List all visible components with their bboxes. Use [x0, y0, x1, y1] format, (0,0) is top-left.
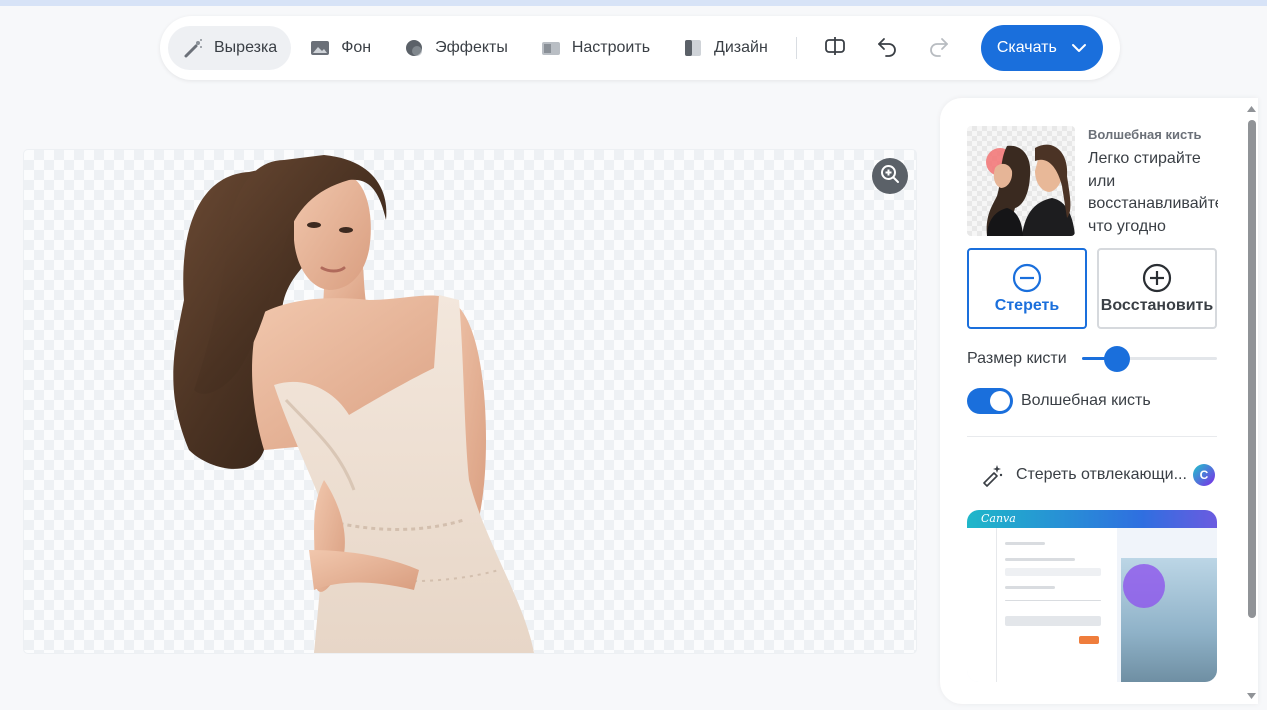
redo-icon [928, 35, 950, 62]
video-line [1005, 616, 1101, 626]
zoom-in-icon [879, 163, 901, 190]
editor-toolbar: Вырезка Фон Эффекты Настроить Дизайн Ска… [160, 16, 1120, 80]
tab-effects-label: Эффекты [435, 39, 508, 56]
tab-background[interactable]: Фон [295, 26, 385, 70]
zoom-button[interactable] [872, 158, 908, 194]
erase-label: Стереть [994, 296, 1060, 314]
cutout-panel: Волшебная кисть Легко стирайте или восст… [940, 98, 1258, 704]
restore-button[interactable]: Восстановить [1097, 248, 1217, 329]
video-line [1005, 542, 1045, 545]
compare-icon [824, 35, 846, 62]
panel-divider [967, 436, 1217, 437]
adjust-icon [540, 37, 562, 59]
tab-design-label: Дизайн [714, 39, 768, 56]
canva-logo: Canva [981, 512, 1016, 525]
erase-distractions-button[interactable]: Стереть отвлекающи... C [980, 462, 1217, 488]
plus-circle-icon [1142, 263, 1172, 293]
video-main-panel [997, 528, 1117, 682]
magic-brush-promo: Волшебная кисть Легко стирайте или восст… [967, 126, 1218, 236]
video-line [1005, 558, 1075, 561]
video-sidebar [967, 528, 997, 682]
tab-background-label: Фон [341, 39, 372, 56]
scroll-down-arrow-icon[interactable] [1246, 688, 1257, 699]
undo-button[interactable] [867, 28, 907, 68]
tab-cutout[interactable]: Вырезка [168, 26, 292, 70]
tab-design[interactable]: Дизайн [668, 26, 782, 70]
video-line [1005, 568, 1101, 576]
magic-brush-toggle-label: Волшебная кисть [1021, 392, 1151, 409]
redo-button[interactable] [919, 28, 959, 68]
video-line [1005, 600, 1101, 601]
cutout-photo [173, 155, 534, 653]
download-button[interactable]: Скачать [980, 25, 1103, 71]
design-icon [682, 37, 704, 59]
promo-thumbnail [967, 126, 1075, 236]
brush-size-slider[interactable] [1082, 346, 1217, 372]
tab-adjust[interactable]: Настроить [526, 26, 664, 70]
compare-button[interactable] [815, 28, 855, 68]
canva-pro-badge: C [1192, 464, 1215, 486]
brush-size-label: Размер кисти [967, 350, 1067, 367]
background-image-icon [309, 37, 331, 59]
restore-label: Восстановить [1100, 296, 1214, 314]
erase-button[interactable]: Стереть [967, 248, 1087, 329]
toggle-knob [990, 391, 1010, 411]
cutout-wand-icon [182, 37, 204, 59]
chevron-down-icon [1071, 43, 1087, 53]
video-photo [1121, 558, 1217, 682]
panel-scrollbar[interactable] [1248, 120, 1256, 618]
magic-brush-toggle[interactable] [967, 388, 1013, 414]
tab-effects[interactable]: Эффекты [389, 26, 522, 70]
video-line [1005, 586, 1055, 589]
tutorial-video-card[interactable]: Canva [967, 510, 1217, 682]
undo-icon [876, 35, 898, 62]
toolbar-divider [795, 37, 797, 59]
minus-circle-icon [1012, 263, 1042, 293]
tab-adjust-label: Настроить [571, 39, 651, 56]
effects-circle-icon [403, 37, 425, 59]
top-accent-strip [0, 0, 1267, 6]
promo-description: Легко стирайте или восстанавливайте что … [1088, 150, 1218, 235]
slider-thumb[interactable] [1104, 346, 1130, 372]
tab-cutout-label: Вырезка [214, 39, 278, 56]
video-line [1079, 636, 1099, 644]
download-label: Скачать [996, 39, 1057, 56]
brush-stroke [1123, 564, 1165, 608]
erase-distractions-label: Стереть отвлекающи... [1016, 466, 1187, 483]
promo-title: Волшебная кисть [1088, 127, 1202, 142]
scroll-up-arrow-icon[interactable] [1246, 101, 1257, 112]
image-canvas[interactable] [24, 150, 916, 653]
magic-eraser-icon [980, 463, 1004, 487]
